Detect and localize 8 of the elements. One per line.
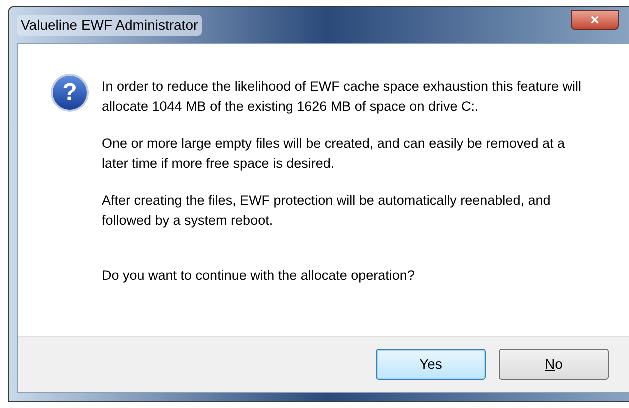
message-text: One or more large empty files will be created, and can easily be removed at a later time if more free space is desired. <box>102 135 566 173</box>
default-button[interactable]: Yes <box>376 349 486 380</box>
message-text: After creating the files, EWF protection will be automatically reenabled, and followed by a system reboot. <box>102 192 552 230</box>
message-text: Do you want to continue with the allocate operation? <box>102 267 416 285</box>
message-text: In order to reduce the likelihood of EWF cache space exhaustion this feature will allocate 1044 MB of the existing 1626 MB of space on drive C:. <box>102 78 583 116</box>
question-icon: ? <box>51 74 89 112</box>
window-title: Valueline EWF Administrator <box>17 14 202 36</box>
dialog-button[interactable]: No <box>499 349 609 380</box>
